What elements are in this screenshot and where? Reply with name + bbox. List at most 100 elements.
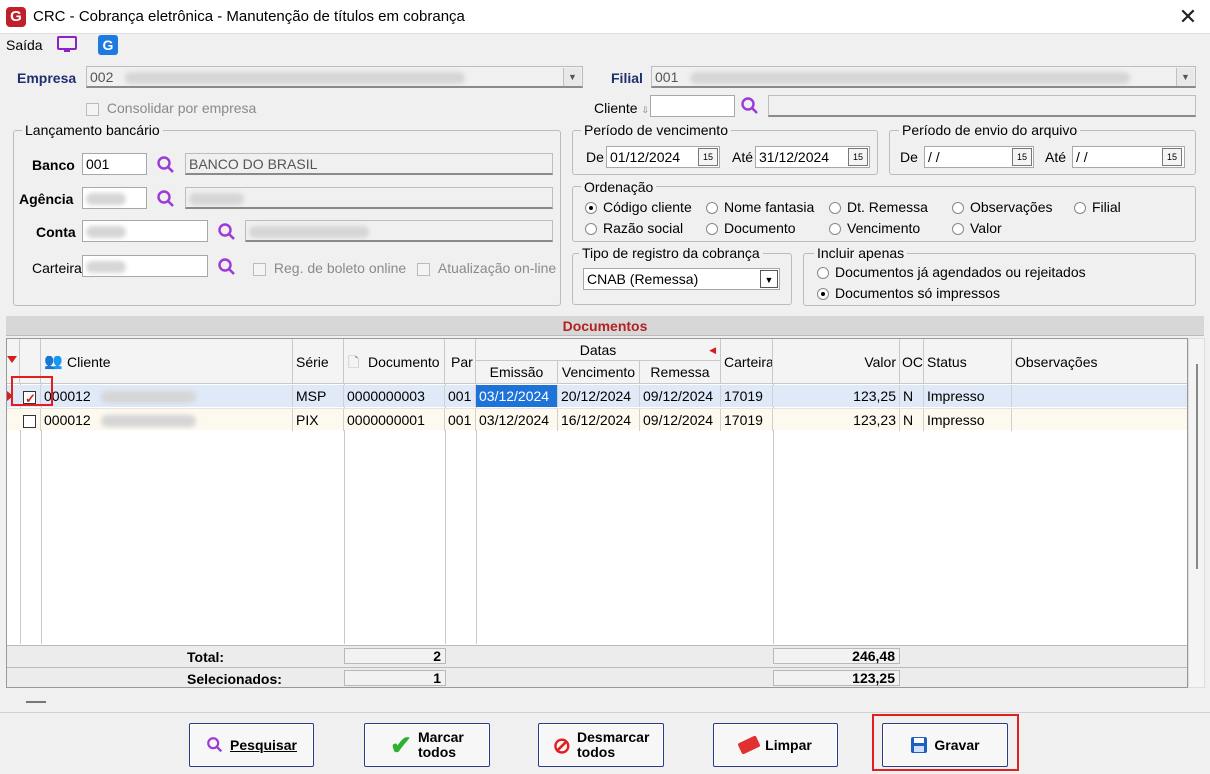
header-emissao[interactable]: Emissão [476, 361, 558, 384]
header-oc[interactable]: OC [900, 339, 924, 384]
search-icon[interactable] [217, 257, 237, 277]
radio-valor[interactable]: Valor [952, 220, 1002, 236]
conta-name [245, 220, 553, 242]
radio-documento[interactable]: Documento [706, 220, 796, 236]
atualizacao-checkbox[interactable]: Atualização on-line [417, 260, 556, 276]
vencimento-ate-label: Até [732, 149, 754, 165]
radio-button[interactable] [706, 202, 718, 215]
header-serie[interactable]: Série [293, 339, 344, 384]
consolidar-label: Consolidar por empresa [106, 100, 257, 116]
radio-button[interactable] [585, 223, 597, 236]
radio-impressos[interactable]: Documentos só impressos [817, 285, 1000, 301]
radio-button[interactable] [817, 288, 829, 301]
checkbox[interactable] [86, 102, 99, 116]
row-checkbox-cell[interactable] [20, 409, 41, 431]
checkmark-icon: ✔ [390, 729, 412, 760]
menu-saida[interactable]: Saída [6, 37, 43, 53]
cell-valor: 123,25 [773, 385, 900, 407]
banco-input[interactable]: 001 [82, 153, 147, 175]
radio-codigo-cliente[interactable]: Código cliente [585, 199, 692, 215]
checkbox[interactable] [417, 262, 430, 276]
cell-emissao: 03/12/2024 [476, 409, 558, 431]
highlight-box [11, 376, 53, 406]
calendar-icon[interactable]: 15 [1012, 148, 1032, 166]
header-documento[interactable]: 🗋 Documento [344, 339, 445, 384]
marcar-todos-button[interactable]: ✔ Marcar todos [364, 723, 490, 767]
pesquisar-button[interactable]: Pesquisar [189, 723, 314, 767]
agencia-name [185, 187, 553, 209]
carteira-label: Carteira [32, 260, 82, 276]
calendar-icon[interactable]: 15 [698, 148, 718, 166]
table-row[interactable]: ✓ 000012 MSP 0000000003 001 03/12/2024 2… [7, 385, 1187, 407]
reg-boleto-checkbox[interactable]: Reg. de boleto online [253, 260, 406, 276]
header-datas: Datas ◀ [476, 339, 721, 361]
radio-button[interactable] [585, 202, 597, 215]
radio-vencimento[interactable]: Vencimento [829, 220, 920, 236]
desmarcar-todos-button[interactable]: ⊘ Desmarcar todos [538, 723, 664, 767]
header-valor[interactable]: Valor [773, 339, 900, 384]
limpar-button[interactable]: Limpar [713, 723, 838, 767]
vencimento-de-label: De [586, 149, 604, 165]
scrollbar-thumb[interactable] [1196, 364, 1198, 569]
checkbox[interactable] [23, 414, 36, 428]
close-icon[interactable]: ✕ [1170, 2, 1206, 32]
redacted-text [189, 193, 244, 206]
agencia-input[interactable] [82, 187, 147, 209]
radio-button[interactable] [952, 223, 964, 236]
header-status[interactable]: Status [924, 339, 1012, 384]
radio-button[interactable] [817, 267, 829, 280]
redacted-text [86, 226, 126, 239]
redacted-text [249, 226, 369, 239]
monitor-icon[interactable] [56, 36, 78, 54]
conta-input[interactable] [82, 220, 208, 242]
total-count: 2 [344, 648, 446, 664]
selecionados-count: 1 [344, 670, 446, 686]
cell-remessa: 09/12/2024 [640, 385, 721, 407]
cell-emissao[interactable]: 03/12/2024 [476, 385, 558, 407]
table-row[interactable]: 000012 PIX 0000000001 001 03/12/2024 16/… [7, 408, 1187, 431]
radio-button[interactable] [829, 202, 841, 215]
cliente-input[interactable] [650, 95, 735, 117]
people-icon: 👥 [44, 353, 63, 370]
cell-vencimento: 16/12/2024 [558, 409, 640, 431]
filial-select[interactable]: 001 ▼ [651, 66, 1196, 88]
gravar-button[interactable]: Gravar [882, 723, 1008, 767]
header-carteira[interactable]: Carteira [721, 339, 773, 384]
checkbox[interactable] [253, 262, 266, 276]
radio-observacoes[interactable]: Observações [952, 199, 1052, 215]
calendar-icon[interactable]: 15 [1162, 148, 1182, 166]
header-observacoes[interactable]: Observações [1012, 339, 1187, 384]
ordenacao-title: Ordenação [581, 179, 657, 195]
conta-label: Conta [36, 224, 76, 240]
radio-button[interactable] [952, 202, 964, 215]
search-icon[interactable] [740, 96, 760, 116]
g-app-icon[interactable]: G [98, 35, 118, 55]
cell-cliente: 000012 [41, 409, 293, 431]
header-par[interactable]: Par [445, 339, 476, 384]
splitter-handle[interactable] [26, 701, 46, 703]
radio-razao-social[interactable]: Razão social [585, 220, 683, 236]
search-icon[interactable] [217, 222, 237, 242]
total-valor: 246,48 [773, 648, 900, 664]
cell-oc: N [900, 385, 924, 407]
consolidar-checkbox[interactable]: Consolidar por empresa [86, 100, 256, 116]
search-icon[interactable] [156, 155, 176, 175]
redacted-text [100, 415, 196, 428]
empresa-select[interactable]: 002 ▼ [86, 66, 583, 88]
radio-button[interactable] [1074, 202, 1086, 215]
radio-dt-remessa[interactable]: Dt. Remessa [829, 199, 928, 215]
radio-button[interactable] [706, 223, 718, 236]
header-cliente[interactable]: 👥 Cliente [41, 339, 293, 384]
carteira-input[interactable] [82, 255, 208, 277]
header-vencimento[interactable]: Vencimento [558, 361, 640, 384]
radio-agendados[interactable]: Documentos já agendados ou rejeitados [817, 264, 1086, 280]
filial-label: Filial [611, 70, 643, 86]
radio-nome-fantasia[interactable]: Nome fantasia [706, 199, 814, 215]
search-icon[interactable] [156, 189, 176, 209]
tipo-registro-select[interactable]: CNAB (Remessa) ▼ [583, 268, 780, 290]
radio-button[interactable] [829, 223, 841, 236]
radio-filial[interactable]: Filial [1074, 199, 1121, 215]
calendar-icon[interactable]: 15 [848, 148, 868, 166]
header-remessa[interactable]: Remessa [640, 361, 721, 384]
vertical-scrollbar[interactable] [1188, 338, 1205, 688]
